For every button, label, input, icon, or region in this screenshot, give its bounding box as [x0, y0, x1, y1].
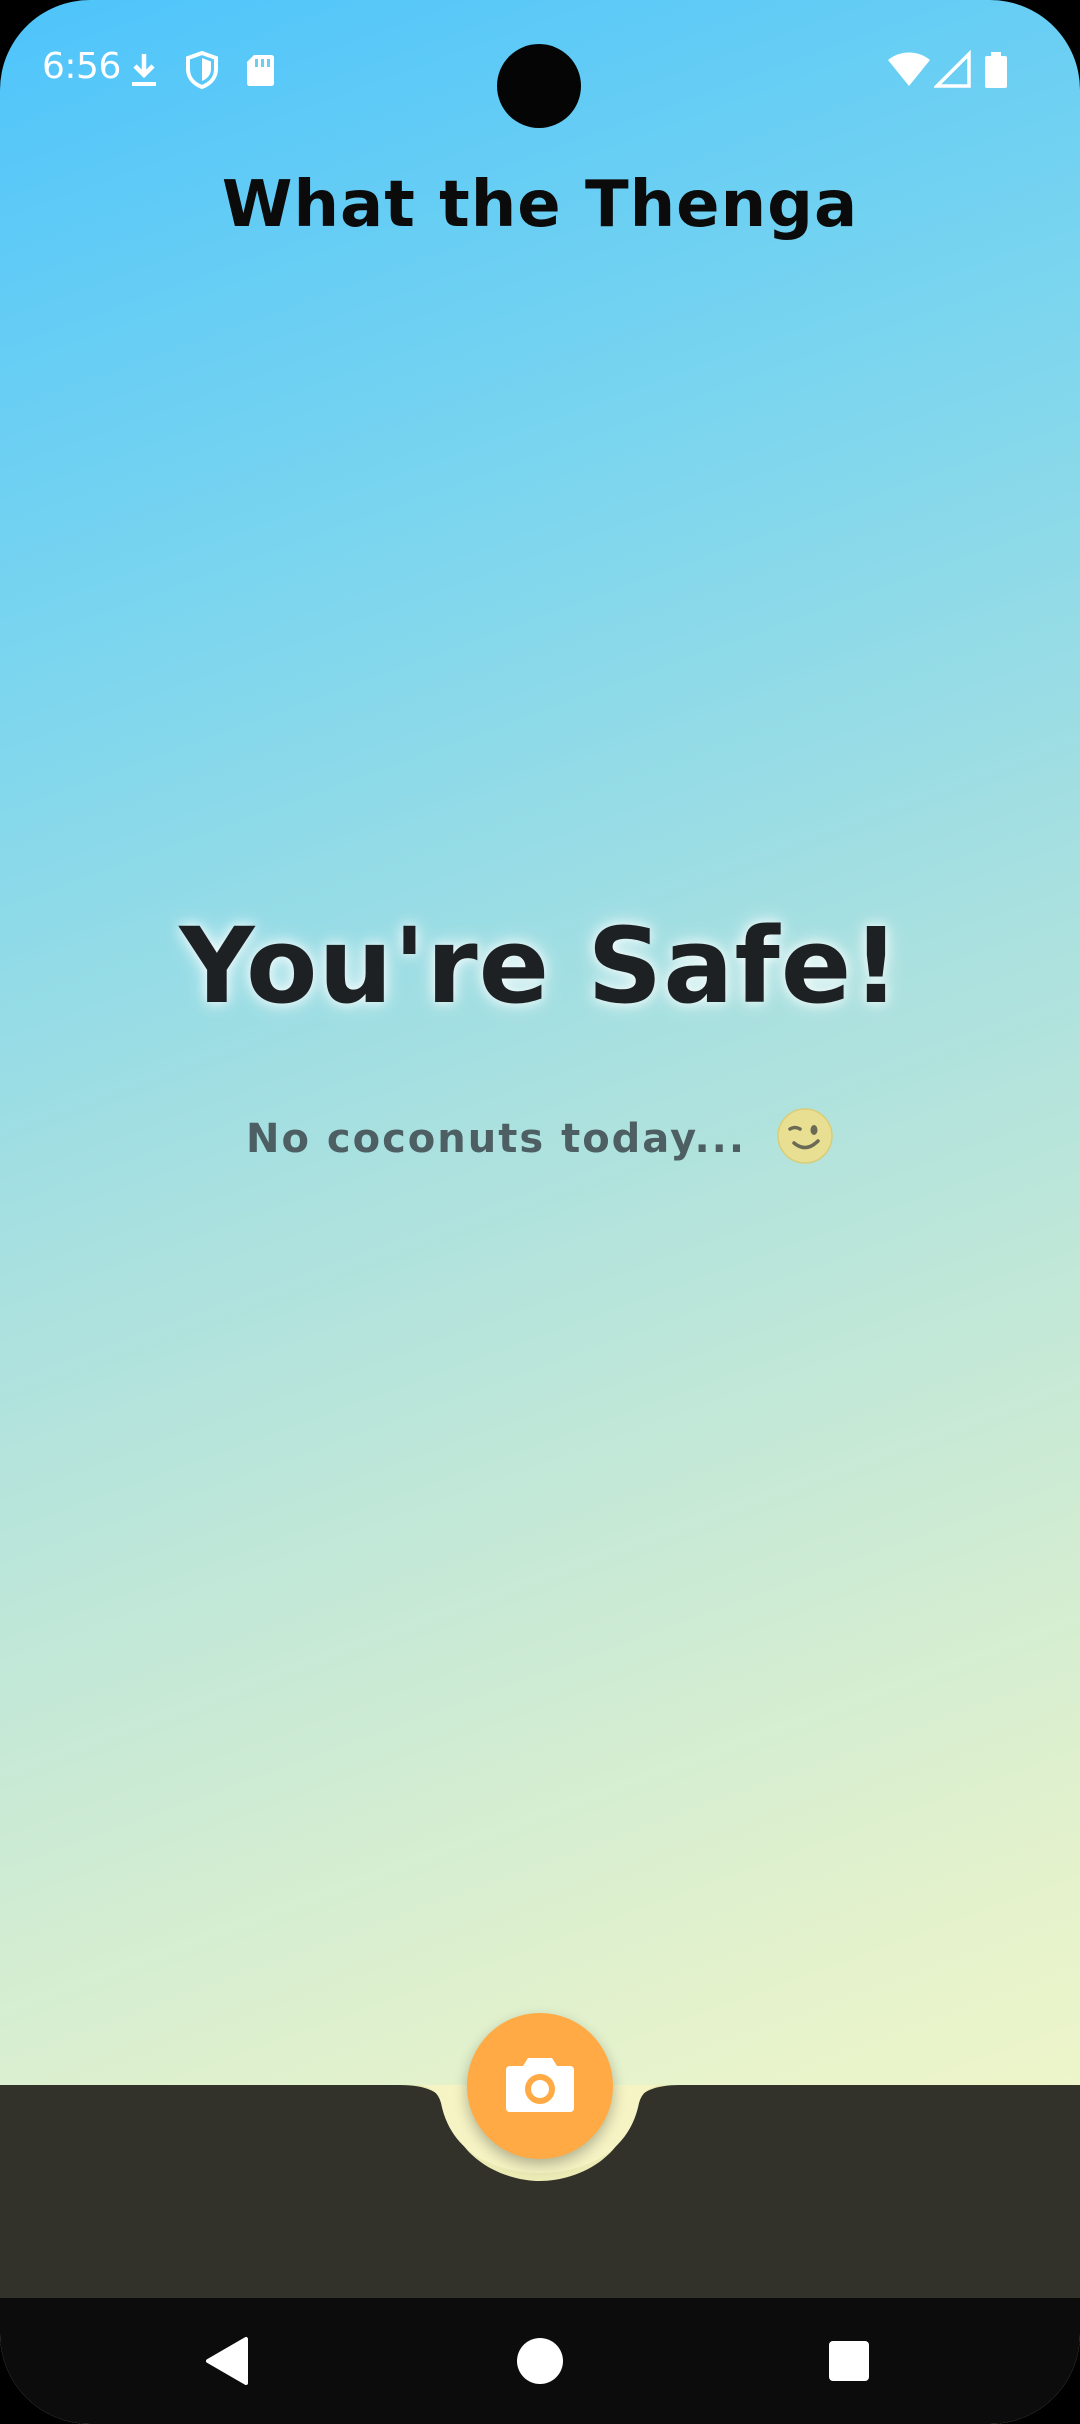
- camera-icon: [504, 2054, 576, 2118]
- front-camera: [497, 44, 581, 128]
- recents-icon: [816, 2341, 882, 2398]
- cell-signal-icon: [932, 49, 974, 90]
- status-time: 6:56: [42, 46, 121, 87]
- shield-icon: [182, 50, 222, 90]
- app-screen: 6:56 What the Thenga You're Safe! No coc…: [0, 0, 1080, 2424]
- back-icon: [196, 2337, 262, 2398]
- wifi-icon: [886, 50, 932, 90]
- winking-face-icon: [776, 1107, 834, 1165]
- download-icon: [124, 50, 164, 90]
- recents-button[interactable]: [816, 2328, 882, 2394]
- app-title: What the Thenga: [221, 168, 859, 242]
- camera-scan-button[interactable]: [467, 2013, 613, 2159]
- back-button[interactable]: [196, 2328, 262, 2394]
- system-nav-bar: [0, 2298, 1080, 2424]
- status-message-text: No coconuts today...: [246, 1116, 747, 1162]
- status-bar: 6:56: [0, 0, 1080, 140]
- home-icon: [507, 2338, 573, 2398]
- battery-icon: [982, 50, 1010, 90]
- home-button[interactable]: [507, 2328, 573, 2394]
- safe-headline: You're Safe!: [179, 905, 901, 1027]
- sd-card-icon: [240, 50, 280, 90]
- status-message: No coconuts today...: [0, 1108, 1080, 1165]
